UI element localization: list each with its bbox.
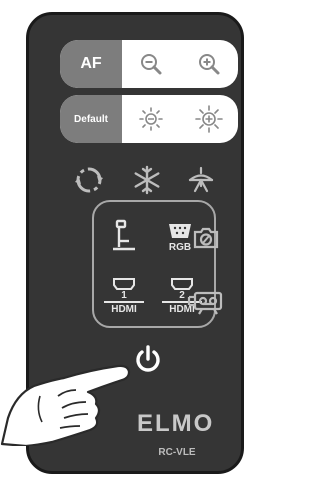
zoom-out-button[interactable]	[122, 40, 180, 88]
freeze-button[interactable]	[130, 163, 164, 197]
af-label: AF	[80, 55, 102, 72]
brightness-down-button[interactable]	[122, 95, 180, 143]
hdmi1-number: 1	[121, 289, 127, 301]
brightness-up-button[interactable]	[180, 95, 238, 143]
model-label: RC-VLE	[158, 447, 196, 458]
record-icon	[187, 291, 223, 315]
lamp-button[interactable]	[186, 165, 216, 195]
zoom-in-icon	[199, 54, 220, 75]
lamp-icon	[188, 166, 214, 193]
camera-input-icon	[113, 219, 135, 251]
camera-input-button[interactable]	[106, 216, 142, 258]
brightness-down-icon	[139, 107, 163, 131]
default-label: Default	[74, 113, 108, 125]
af-button[interactable]: AF	[60, 40, 122, 88]
brightness-bar: Default	[60, 95, 238, 143]
zoom-in-button[interactable]	[180, 40, 238, 88]
brand-logo: ELMO	[137, 410, 247, 437]
capture-icon	[193, 227, 219, 249]
default-button[interactable]: Default	[60, 95, 122, 143]
freeze-icon	[134, 165, 160, 195]
record-button[interactable]	[185, 287, 225, 317]
capture-button[interactable]	[189, 223, 223, 253]
brightness-up-icon	[195, 105, 223, 133]
hdmi1-input-button[interactable]: 1 HDMI	[102, 272, 146, 320]
pointing-hand-illustration	[0, 364, 131, 446]
hdmi1-label: HDMI	[104, 300, 144, 315]
hdmi1-input-icon	[113, 277, 135, 290]
rotate-button[interactable]	[74, 165, 104, 195]
brand-text: ELMO	[137, 410, 215, 437]
zoom-out-icon	[141, 54, 162, 75]
rotate-icon	[75, 167, 103, 193]
af-zoom-bar: AF	[60, 40, 238, 88]
